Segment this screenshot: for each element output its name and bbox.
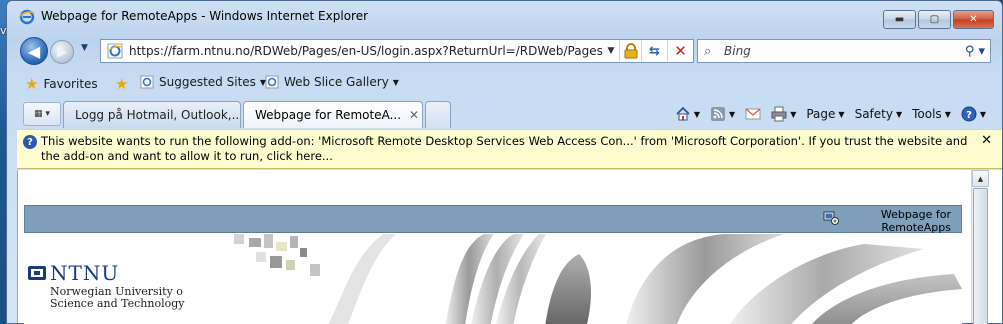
- close-window-button[interactable]: ✕: [953, 10, 994, 29]
- favorites-label: Favorites: [43, 77, 98, 91]
- safety-menu-label: Safety: [854, 107, 893, 121]
- tools-menu-label: Tools: [912, 107, 942, 121]
- favorites-bar: ★ Favorites ★ Suggested Sites ▼ Web Slice…: [7, 69, 1002, 99]
- title-bar[interactable]: Webpage for RemoteApps - Windows Interne…: [7, 1, 1002, 31]
- chevron-down-icon: ▼: [895, 109, 903, 119]
- new-tab-button[interactable]: [425, 101, 451, 128]
- tools-menu[interactable]: Tools ▼: [912, 107, 951, 121]
- favorites-button[interactable]: ★ Favorites: [25, 75, 98, 93]
- page-ie-icon: [107, 43, 123, 59]
- chevron-down-icon: ▼: [693, 109, 701, 119]
- printer-icon: [771, 106, 787, 122]
- favorites-star-icon: ★: [25, 75, 39, 93]
- chevron-down-icon: ▼: [944, 109, 951, 119]
- tab-bar: ▦ ▾ Logg på Hotmail, Outlook,... Webpage…: [7, 100, 1002, 128]
- back-arrow-icon: ◀: [27, 41, 41, 61]
- mail-icon: [745, 108, 761, 120]
- remoteapp-icon: [823, 211, 839, 225]
- feeds-button[interactable]: ▼: [710, 106, 735, 122]
- tab-label: Logg på Hotmail, Outlook,...: [75, 108, 241, 122]
- lock-icon: [624, 43, 637, 59]
- information-bar[interactable]: ? This website wants to run the followin…: [17, 129, 1002, 169]
- close-tab-icon[interactable]: ✕: [409, 108, 419, 122]
- hero-artwork: [234, 234, 962, 324]
- address-input[interactable]: https://farm.ntnu.no/RDWeb/Pages/en-US/l…: [129, 44, 603, 58]
- hero-banner: NTNU Norwegian University o Science and …: [24, 234, 962, 324]
- ie-logo-icon: [19, 9, 35, 25]
- tab-remoteapps[interactable]: Webpage for RemoteA... ✕: [243, 101, 423, 128]
- home-button[interactable]: ▼: [675, 106, 700, 122]
- read-mail-button[interactable]: [745, 106, 761, 122]
- page-icon: [140, 75, 154, 89]
- rss-feed-icon: [711, 107, 726, 121]
- web-slice-gallery-link[interactable]: Web Slice Gallery ▼: [265, 75, 399, 89]
- ntnu-wordmark: NTNU: [50, 261, 120, 285]
- page-content: Webpage for RemoteApps NTNU Norwegian Un…: [17, 170, 1002, 324]
- address-bar[interactable]: https://farm.ntnu.no/RDWeb/Pages/en-US/l…: [100, 39, 694, 63]
- ntnu-subtitle-line2: Science and Technology: [50, 297, 185, 310]
- ntnu-logo: NTNU: [28, 261, 119, 285]
- recent-pages-dropdown[interactable]: ▼: [81, 43, 88, 53]
- info-shield-icon: ?: [23, 135, 37, 149]
- window-title: Webpage for RemoteApps - Windows Interne…: [41, 9, 369, 23]
- web-slice-gallery-label: Web Slice Gallery: [284, 75, 389, 89]
- quick-tabs-icon: ▦ ▾: [34, 109, 50, 119]
- suggested-sites-label: Suggested Sites: [159, 75, 256, 89]
- refresh-button[interactable]: ⇆: [641, 40, 667, 62]
- page-icon: [265, 75, 279, 89]
- add-favorite-icon: ★: [115, 75, 129, 93]
- minimize-button[interactable]: ▬: [883, 10, 916, 29]
- ntnu-logo-mark-icon: [28, 266, 46, 280]
- tab-hotmail[interactable]: Logg på Hotmail, Outlook,...: [63, 101, 241, 128]
- command-bar: ▼ ▼ ▼ Page ▼ Safety ▼ Tools ▼ ? ▼: [665, 106, 986, 122]
- print-button[interactable]: ▼: [771, 106, 796, 122]
- maximize-icon: ▢: [929, 14, 940, 25]
- information-bar-message[interactable]: This website wants to run the following …: [41, 134, 971, 164]
- page-menu[interactable]: Page ▼: [806, 107, 844, 121]
- forward-button[interactable]: ▶: [50, 40, 74, 64]
- ie-window: Webpage for RemoteApps - Windows Interne…: [6, 0, 1003, 324]
- forward-arrow-icon: ▶: [57, 44, 67, 60]
- minimize-icon: ▬: [894, 14, 905, 25]
- back-button[interactable]: ◀: [20, 37, 48, 65]
- stop-icon: ✕: [674, 42, 687, 60]
- scroll-thumb[interactable]: [973, 188, 988, 324]
- security-lock-icon[interactable]: [619, 40, 641, 62]
- close-icon: ✕: [969, 14, 978, 25]
- help-menu[interactable]: ? ▼: [961, 106, 986, 122]
- ntnu-subtitle: Norwegian University o Science and Techn…: [50, 286, 185, 310]
- add-to-favorites-bar-button[interactable]: ★: [115, 75, 133, 93]
- help-icon: ?: [961, 106, 977, 122]
- search-provider-icon: ⌕: [704, 43, 712, 59]
- quick-tabs-button[interactable]: ▦ ▾: [23, 102, 61, 126]
- stop-button[interactable]: ✕: [667, 40, 693, 62]
- chevron-down-icon: ▼: [392, 77, 399, 87]
- vertical-scrollbar[interactable]: ▲: [971, 170, 989, 324]
- svg-text:?: ?: [966, 110, 972, 121]
- chevron-down-icon: ▼: [979, 109, 986, 119]
- maximize-button[interactable]: ▢: [918, 10, 951, 29]
- remoteapp-banner: Webpage for RemoteApps: [24, 205, 962, 234]
- search-icon: ⚲ ▾: [964, 43, 986, 59]
- home-icon: [676, 106, 690, 121]
- banner-title: Webpage for RemoteApps: [880, 208, 951, 234]
- search-box[interactable]: ⌕ Bing ⚲ ▾: [697, 39, 991, 63]
- page-menu-label: Page: [806, 107, 836, 121]
- suggested-sites-link[interactable]: Suggested Sites ▼: [140, 75, 266, 89]
- tab-label: Webpage for RemoteA...: [255, 108, 402, 122]
- chevron-down-icon: ▼: [729, 109, 736, 119]
- search-button[interactable]: ⚲ ▾: [960, 44, 990, 59]
- chevron-down-icon: ▼: [790, 109, 797, 119]
- search-input[interactable]: Bing: [724, 44, 960, 58]
- navigation-bar: ◀ ▶ ▼ https://farm.ntnu.no/RDWeb/Pages/e…: [7, 34, 1002, 66]
- chevron-down-icon: ▼: [838, 109, 845, 119]
- refresh-icon: ⇆: [649, 43, 660, 59]
- scroll-up-button[interactable]: ▲: [972, 170, 989, 187]
- close-infobar-button[interactable]: ✕: [981, 133, 992, 148]
- address-dropdown[interactable]: ▼: [603, 46, 619, 56]
- safety-menu[interactable]: Safety ▼: [855, 107, 903, 121]
